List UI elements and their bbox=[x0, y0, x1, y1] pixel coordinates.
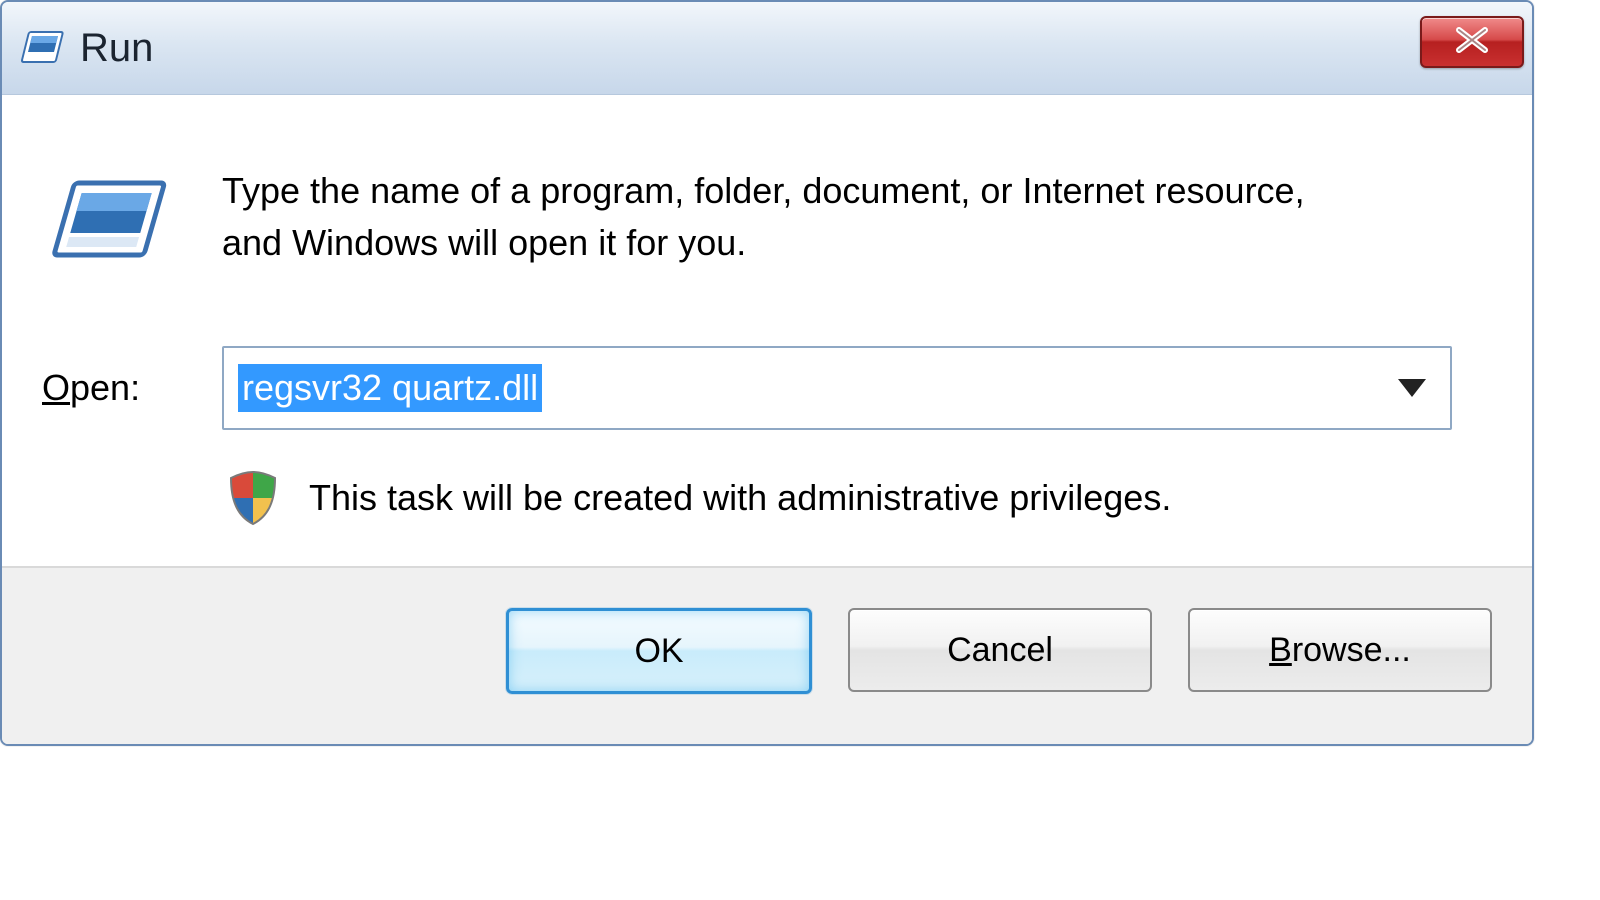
run-icon bbox=[20, 28, 64, 68]
run-dialog: Run bbox=[0, 0, 1534, 746]
browse-button[interactable]: Browse... bbox=[1188, 608, 1492, 692]
browse-button-label: Browse... bbox=[1269, 631, 1411, 670]
open-label: Open: bbox=[42, 367, 192, 409]
dialog-description: Type the name of a program, folder, docu… bbox=[222, 165, 1322, 269]
chevron-down-icon[interactable] bbox=[1398, 379, 1426, 397]
cancel-button-label: Cancel bbox=[947, 631, 1053, 670]
dialog-title: Run bbox=[80, 26, 153, 71]
shield-icon bbox=[227, 470, 279, 526]
ok-button[interactable]: OK bbox=[506, 608, 812, 694]
open-combobox[interactable]: regsvr32 quartz.dll bbox=[222, 346, 1452, 430]
titlebar[interactable]: Run bbox=[2, 2, 1532, 95]
ok-button-label: OK bbox=[634, 632, 683, 671]
open-input-value[interactable]: regsvr32 quartz.dll bbox=[238, 364, 542, 412]
cancel-button[interactable]: Cancel bbox=[848, 608, 1152, 692]
dialog-body: Type the name of a program, folder, docu… bbox=[2, 95, 1532, 566]
close-button[interactable] bbox=[1420, 16, 1524, 68]
close-icon bbox=[1449, 25, 1495, 60]
dialog-footer: OK Cancel Browse... bbox=[2, 566, 1532, 744]
run-icon-large bbox=[52, 171, 172, 276]
admin-privileges-note: This task will be created with administr… bbox=[309, 477, 1171, 519]
